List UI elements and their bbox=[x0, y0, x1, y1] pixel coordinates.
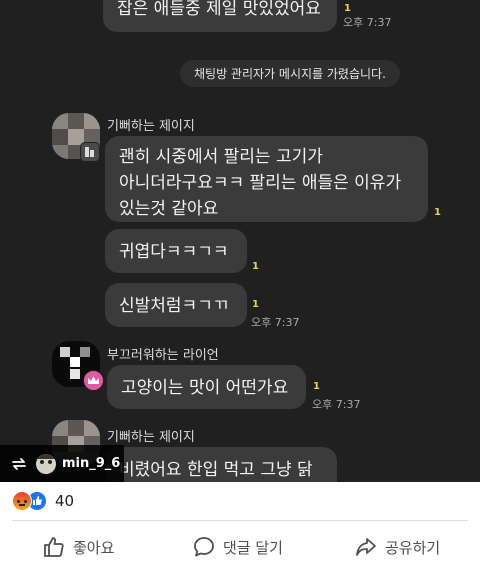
message-bubble: 괜히 시중에서 팔리는 고기가 아니더라구요ㅋㅋ 팔리는 애들은 이유가 있는것… bbox=[105, 136, 428, 222]
repost-tag[interactable]: min_9_6 bbox=[0, 445, 124, 482]
repost-username: min_9_6 bbox=[62, 456, 121, 471]
profile-badge-icon bbox=[80, 142, 100, 162]
crown-badge-icon bbox=[83, 370, 104, 391]
message-bubble: 신발처럼ㅋㄱㄲ bbox=[105, 283, 247, 327]
sender-name: 부끄러워하는 라이언 bbox=[107, 348, 219, 363]
comment-icon bbox=[192, 535, 216, 559]
message-time: 오후 7:37 bbox=[251, 316, 300, 329]
message-time: 오후 7:37 bbox=[312, 398, 361, 411]
sender-name: 기뻐하는 제이지 bbox=[107, 119, 195, 134]
message-bubble: 비렸어요 한입 먹고 그냥 닭 bbox=[105, 447, 337, 482]
chat-screenshot: 잡은 애들중 제일 맛있었어요 1 오후 7:37 채팅방 관리자가 메시지를 … bbox=[0, 0, 480, 482]
angry-reaction-icon bbox=[12, 491, 32, 511]
repost-avatar bbox=[36, 453, 56, 474]
share-label: 공유하기 bbox=[385, 538, 441, 557]
unread-count: 1 bbox=[344, 3, 351, 14]
unread-count: 1 bbox=[313, 381, 320, 392]
sender-name: 기뻐하는 제이지 bbox=[107, 430, 195, 445]
repost-icon bbox=[10, 455, 28, 473]
reaction-summary[interactable]: 40 bbox=[12, 490, 74, 512]
comment-label: 댓글 달기 bbox=[223, 538, 283, 557]
message-bubble: 고양이는 맛이 어떤가요 bbox=[107, 365, 306, 409]
message-bubble: 잡은 애들중 제일 맛있었어요 bbox=[103, 0, 337, 32]
share-button[interactable]: 공유하기 bbox=[354, 534, 440, 560]
system-notice: 채팅방 관리자가 메시지를 가렸습니다. bbox=[180, 60, 400, 87]
unread-count: 1 bbox=[252, 299, 259, 310]
like-label: 좋아요 bbox=[73, 538, 115, 557]
like-button[interactable]: 좋아요 bbox=[42, 534, 114, 560]
message-bubble: 귀엽다ㅋㅋㄱㅋ bbox=[105, 229, 247, 273]
share-icon bbox=[354, 535, 378, 559]
unread-count: 1 bbox=[434, 207, 441, 218]
thumbs-up-icon bbox=[42, 535, 66, 559]
comment-button[interactable]: 댓글 달기 bbox=[192, 534, 283, 560]
unread-count: 1 bbox=[252, 261, 259, 272]
message-time: 오후 7:37 bbox=[343, 16, 392, 29]
footer-divider bbox=[12, 520, 468, 521]
reaction-count: 40 bbox=[55, 492, 75, 510]
